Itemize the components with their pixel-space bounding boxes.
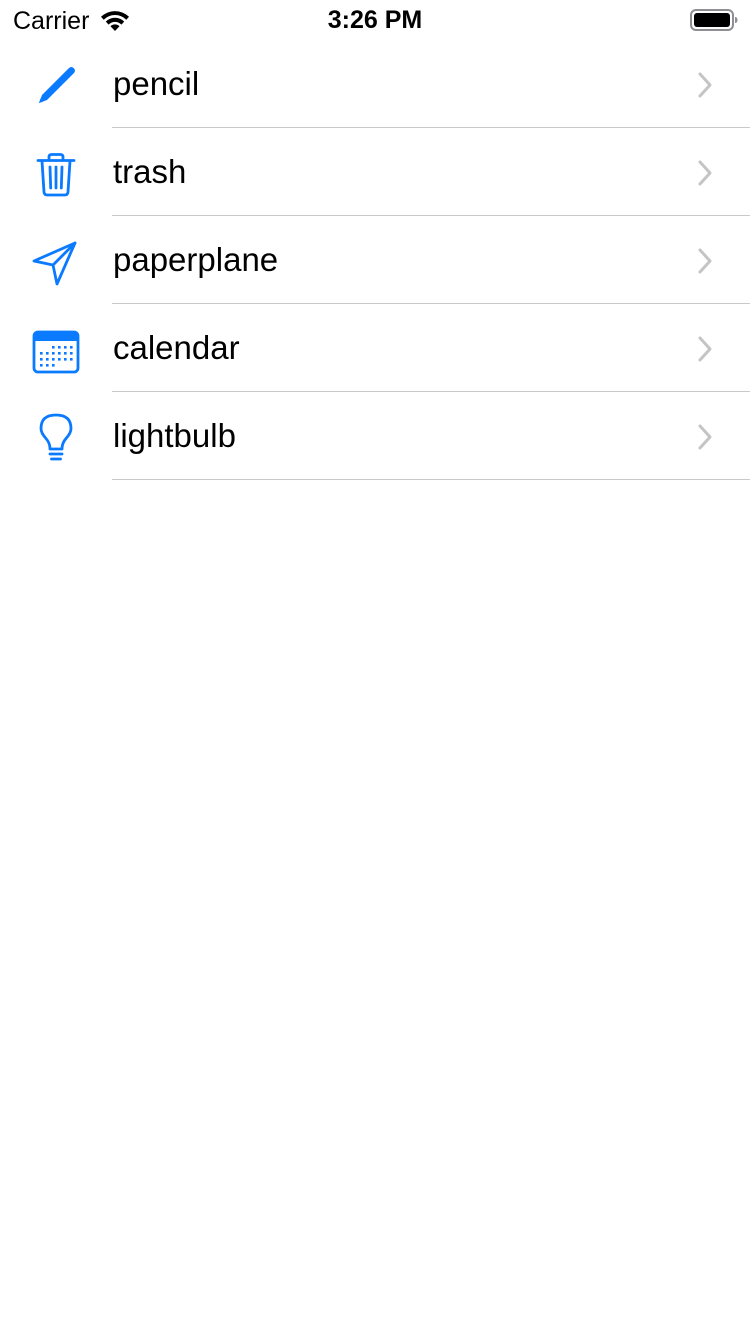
trash-icon bbox=[30, 148, 82, 200]
list-item-lightbulb[interactable]: lightbulb bbox=[0, 392, 750, 480]
list-item-trash[interactable]: trash bbox=[0, 128, 750, 216]
calendar-icon bbox=[30, 324, 82, 376]
chevron-right-icon bbox=[696, 159, 714, 187]
list-item-pencil[interactable]: pencil bbox=[0, 40, 750, 128]
chevron-right-icon bbox=[696, 247, 714, 275]
pencil-icon bbox=[30, 60, 82, 112]
chevron-right-icon bbox=[696, 71, 714, 99]
list-item-calendar[interactable]: calendar bbox=[0, 304, 750, 392]
row-label: pencil bbox=[113, 65, 200, 102]
list-item-paperplane[interactable]: paperplane bbox=[0, 216, 750, 304]
paperplane-icon bbox=[30, 236, 82, 288]
row-label: paperplane bbox=[113, 241, 279, 278]
symbol-list: pencil trash paperplane calendar lightbu… bbox=[0, 40, 750, 480]
lightbulb-icon bbox=[30, 412, 82, 464]
status-bar: Carrier 3:26 PM bbox=[0, 0, 750, 40]
battery-full-icon bbox=[690, 9, 738, 31]
row-label: trash bbox=[113, 153, 187, 190]
row-label: lightbulb bbox=[113, 417, 236, 454]
row-label: calendar bbox=[113, 329, 240, 366]
chevron-right-icon bbox=[696, 335, 714, 363]
chevron-right-icon bbox=[696, 423, 714, 451]
clock: 3:26 PM bbox=[327, 6, 423, 34]
